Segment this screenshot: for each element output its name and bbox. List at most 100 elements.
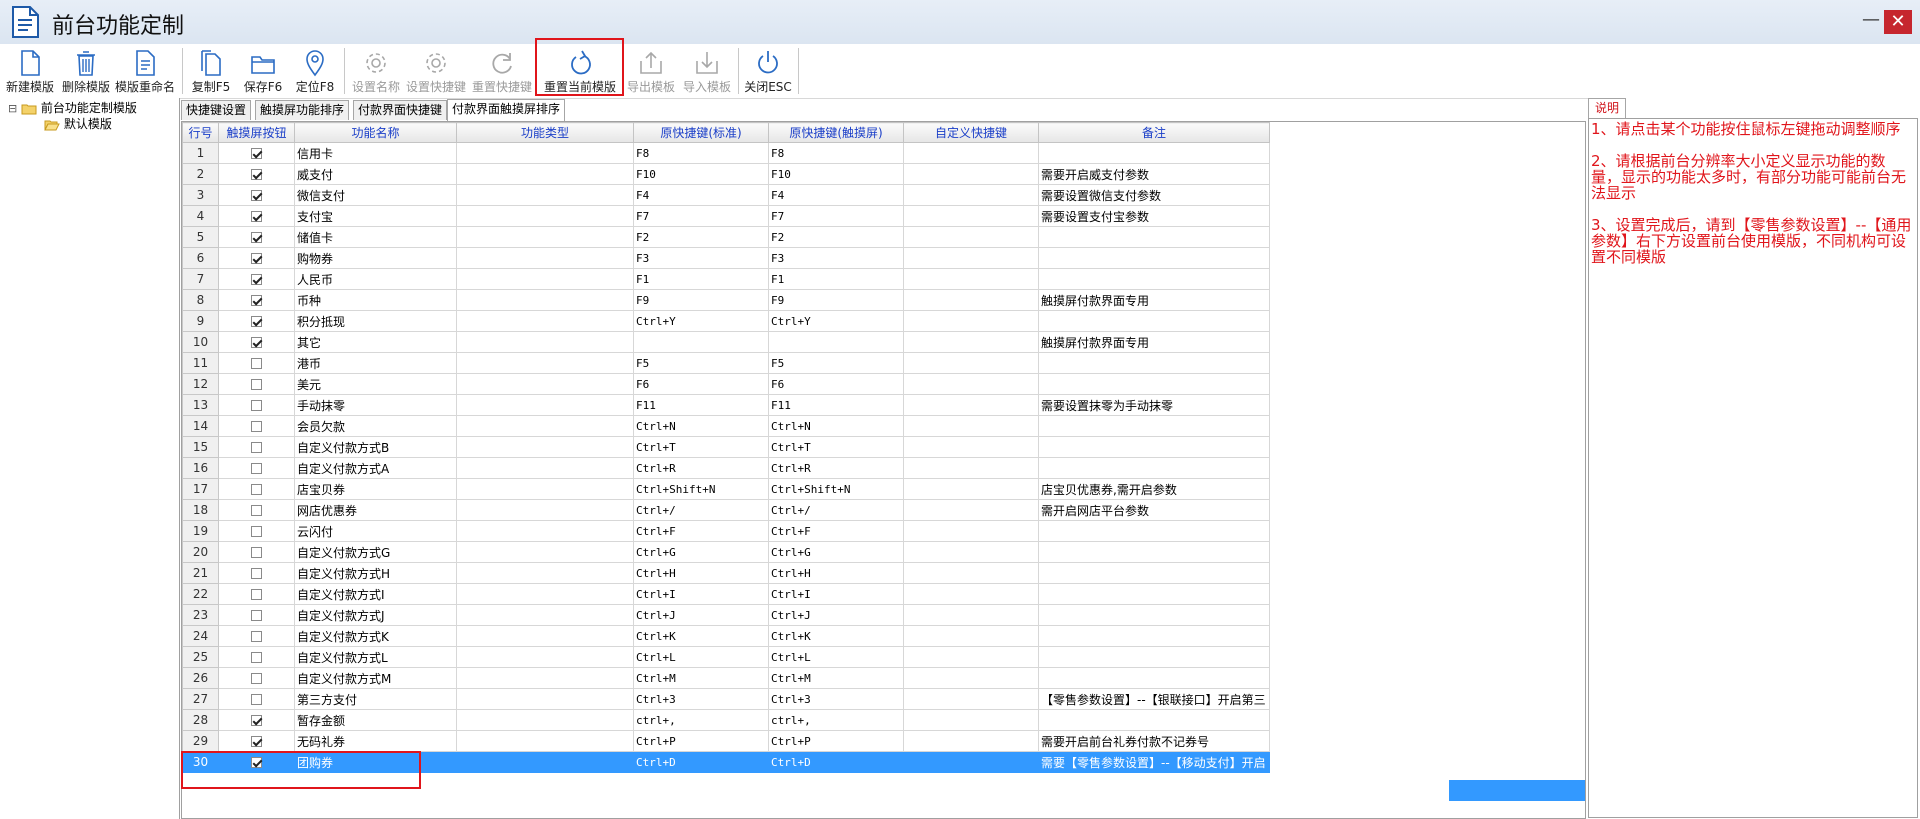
close-esc-button[interactable]: 关闭ESC	[742, 44, 794, 98]
touch-button-checkbox[interactable]	[251, 610, 262, 621]
table-row[interactable]: 13 手动抹零 F11 F11 需要设置抹零为手动抹零	[182, 394, 1270, 416]
custom-shortcut-cell[interactable]	[903, 562, 1039, 584]
custom-shortcut-cell[interactable]	[903, 205, 1039, 227]
table-row[interactable]: 25 自定义付款方式L Ctrl+L Ctrl+L	[182, 646, 1270, 668]
touch-button-checkbox[interactable]	[251, 442, 262, 453]
table-row[interactable]: 6 购物券 F3 F3	[182, 247, 1270, 269]
rename-template-button[interactable]: 模版重命名	[114, 44, 176, 98]
table-row[interactable]: 21 自定义付款方式H Ctrl+H Ctrl+H	[182, 562, 1270, 584]
touch-button-checkbox[interactable]	[251, 715, 262, 726]
touch-button-checkbox[interactable]	[251, 295, 262, 306]
touch-button-checkbox[interactable]	[251, 652, 262, 663]
custom-shortcut-cell[interactable]	[903, 394, 1039, 416]
custom-shortcut-cell[interactable]	[903, 730, 1039, 752]
touch-button-checkbox[interactable]	[251, 505, 262, 516]
table-row[interactable]: 5 储值卡 F2 F2	[182, 226, 1270, 248]
custom-shortcut-cell[interactable]	[903, 457, 1039, 479]
column-header-touch-shortcut[interactable]: 原快捷键(触摸屏)	[768, 122, 904, 143]
custom-shortcut-cell[interactable]	[903, 478, 1039, 500]
table-row[interactable]: 10 其它 触摸屏付款界面专用	[182, 331, 1270, 353]
table-row[interactable]: 22 自定义付款方式I Ctrl+I Ctrl+I	[182, 583, 1270, 605]
tree-expander-icon[interactable]: ⊟	[8, 102, 17, 115]
table-row[interactable]: 20 自定义付款方式G Ctrl+G Ctrl+G	[182, 541, 1270, 563]
new-template-button[interactable]: 新建模版	[2, 44, 58, 98]
custom-shortcut-cell[interactable]	[903, 310, 1039, 332]
locate-button[interactable]: 定位F8	[290, 44, 340, 98]
custom-shortcut-cell[interactable]	[903, 751, 1039, 773]
reset-shortcut-button[interactable]: 重置快捷键	[470, 44, 534, 98]
table-row[interactable]: 29 无码礼券 Ctrl+P Ctrl+P 需要开启前台礼券付款不记券号	[182, 730, 1270, 752]
column-header-std-shortcut[interactable]: 原快捷键(标准)	[633, 122, 769, 143]
column-header-touch-button[interactable]: 触摸屏按钮	[218, 122, 295, 143]
touch-button-checkbox[interactable]	[251, 379, 262, 390]
custom-shortcut-cell[interactable]	[903, 226, 1039, 248]
table-row[interactable]: 2 威支付 F10 F10 需要开启威支付参数	[182, 163, 1270, 185]
custom-shortcut-cell[interactable]	[903, 142, 1039, 164]
copy-button[interactable]: 复制F5	[186, 44, 236, 98]
table-row[interactable]: 12 美元 F6 F6	[182, 373, 1270, 395]
custom-shortcut-cell[interactable]	[903, 499, 1039, 521]
touch-button-checkbox[interactable]	[251, 400, 262, 411]
table-row[interactable]: 15 自定义付款方式B Ctrl+T Ctrl+T	[182, 436, 1270, 458]
touch-button-checkbox[interactable]	[251, 337, 262, 348]
touch-button-checkbox[interactable]	[251, 316, 262, 327]
column-header-function-type[interactable]: 功能类型	[456, 122, 634, 143]
custom-shortcut-cell[interactable]	[903, 163, 1039, 185]
table-row[interactable]: 17 店宝贝券 Ctrl+Shift+N Ctrl+Shift+N 店宝贝优惠券,需开启…	[182, 478, 1270, 500]
help-tab[interactable]: 说明	[1588, 98, 1627, 118]
touch-button-checkbox[interactable]	[251, 694, 262, 705]
custom-shortcut-cell[interactable]	[903, 604, 1039, 626]
column-header-row-no[interactable]: 行号	[182, 122, 219, 143]
set-shortcut-button[interactable]: 设置快捷键	[404, 44, 468, 98]
table-row[interactable]: 27 第三方支付 Ctrl+3 Ctrl+3 【零售参数设置】--【银联接口】开启第三	[182, 688, 1270, 710]
custom-shortcut-cell[interactable]	[903, 415, 1039, 437]
custom-shortcut-cell[interactable]	[903, 289, 1039, 311]
custom-shortcut-cell[interactable]	[903, 625, 1039, 647]
touch-button-checkbox[interactable]	[251, 589, 262, 600]
tab-payment-shortcuts[interactable]: 付款界面快捷键	[353, 100, 448, 120]
column-header-note[interactable]: 备注	[1038, 122, 1270, 143]
touch-button-checkbox[interactable]	[251, 421, 262, 432]
touch-button-checkbox[interactable]	[251, 253, 262, 264]
table-row[interactable]: 14 会员欠款 Ctrl+N Ctrl+N	[182, 415, 1270, 437]
custom-shortcut-cell[interactable]	[903, 688, 1039, 710]
table-row[interactable]: 8 币种 F9 F9 触摸屏付款界面专用	[182, 289, 1270, 311]
touch-button-checkbox[interactable]	[251, 484, 262, 495]
custom-shortcut-cell[interactable]	[903, 646, 1039, 668]
close-window-button[interactable]: ✕	[1884, 10, 1912, 34]
table-row[interactable]: 16 自定义付款方式A Ctrl+R Ctrl+R	[182, 457, 1270, 479]
table-row[interactable]: 26 自定义付款方式M Ctrl+M Ctrl+M	[182, 667, 1270, 689]
custom-shortcut-cell[interactable]	[903, 331, 1039, 353]
custom-shortcut-cell[interactable]	[903, 541, 1039, 563]
touch-button-checkbox[interactable]	[251, 526, 262, 537]
touch-button-checkbox[interactable]	[251, 547, 262, 558]
table-row[interactable]: 1 信用卡 F8 F8	[182, 142, 1270, 164]
table-row[interactable]: 7 人民币 F1 F1	[182, 268, 1270, 290]
custom-shortcut-cell[interactable]	[903, 520, 1039, 542]
touch-button-checkbox[interactable]	[251, 568, 262, 579]
table-row[interactable]: 4 支付宝 F7 F7 需要设置支付宝参数	[182, 205, 1270, 227]
custom-shortcut-cell[interactable]	[903, 352, 1039, 374]
touch-button-checkbox[interactable]	[251, 673, 262, 684]
table-row[interactable]: 11 港币 F5 F5	[182, 352, 1270, 374]
custom-shortcut-cell[interactable]	[903, 373, 1039, 395]
set-name-button[interactable]: 设置名称	[348, 44, 404, 98]
table-row[interactable]: 9 积分抵现 Ctrl+Y Ctrl+Y	[182, 310, 1270, 332]
custom-shortcut-cell[interactable]	[903, 184, 1039, 206]
column-header-custom-shortcut[interactable]: 自定义快捷键	[903, 122, 1039, 143]
tree-child-node[interactable]: 默认模版	[44, 115, 112, 132]
tab-shortcut-settings[interactable]: 快捷键设置	[181, 100, 252, 120]
column-header-function-name[interactable]: 功能名称	[294, 122, 457, 143]
touch-button-checkbox[interactable]	[251, 232, 262, 243]
minimize-button[interactable]: —	[1860, 11, 1882, 32]
table-row[interactable]: 3 微信支付 F4 F4 需要设置微信支付参数	[182, 184, 1270, 206]
tab-payment-touch-order[interactable]: 付款界面触摸屏排序	[447, 99, 566, 121]
touch-button-checkbox[interactable]	[251, 211, 262, 222]
touch-button-checkbox[interactable]	[251, 631, 262, 642]
table-row[interactable]: 19 云闪付 Ctrl+F Ctrl+F	[182, 520, 1270, 542]
custom-shortcut-cell[interactable]	[903, 667, 1039, 689]
touch-button-checkbox[interactable]	[251, 148, 262, 159]
custom-shortcut-cell[interactable]	[903, 268, 1039, 290]
custom-shortcut-cell[interactable]	[903, 583, 1039, 605]
touch-button-checkbox[interactable]	[251, 358, 262, 369]
